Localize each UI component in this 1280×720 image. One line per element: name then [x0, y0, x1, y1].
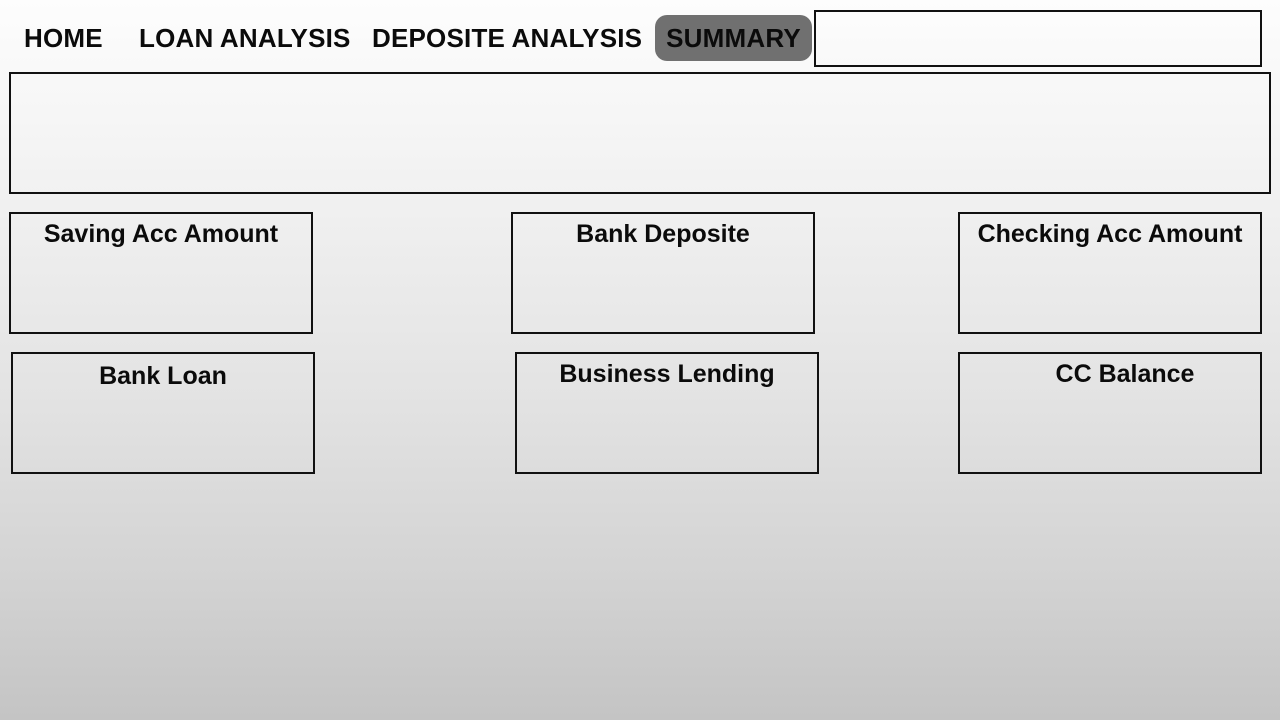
kpi-card-title: Bank Loan	[99, 362, 227, 390]
nav-home-button[interactable]: HOME	[24, 15, 103, 61]
kpi-card-cc-balance: CC Balance	[958, 352, 1262, 474]
header-banner-panel	[9, 72, 1271, 194]
nav-deposit-analysis-button[interactable]: DEPOSITE ANALYSIS	[372, 15, 642, 61]
kpi-card-bank-deposite: Bank Deposite	[511, 212, 815, 334]
kpi-card-title: Bank Deposite	[576, 220, 750, 248]
kpi-card-title: Checking Acc Amount	[977, 220, 1243, 248]
top-right-empty-panel	[814, 10, 1262, 67]
kpi-card-title: Business Lending	[559, 360, 775, 388]
kpi-card-title: Saving Acc Amount	[43, 220, 279, 248]
nav-loan-analysis-button[interactable]: LOAN ANALYSIS	[139, 15, 351, 61]
kpi-card-title: CC Balance	[1055, 360, 1195, 388]
kpi-card-business-lending: Business Lending	[515, 352, 819, 474]
kpi-card-saving-acc-amount: Saving Acc Amount	[9, 212, 313, 334]
kpi-card-checking-acc-amount: Checking Acc Amount	[958, 212, 1262, 334]
nav-summary-button-active[interactable]: SUMMARY	[655, 15, 812, 61]
kpi-card-bank-loan: Bank Loan	[11, 352, 315, 474]
